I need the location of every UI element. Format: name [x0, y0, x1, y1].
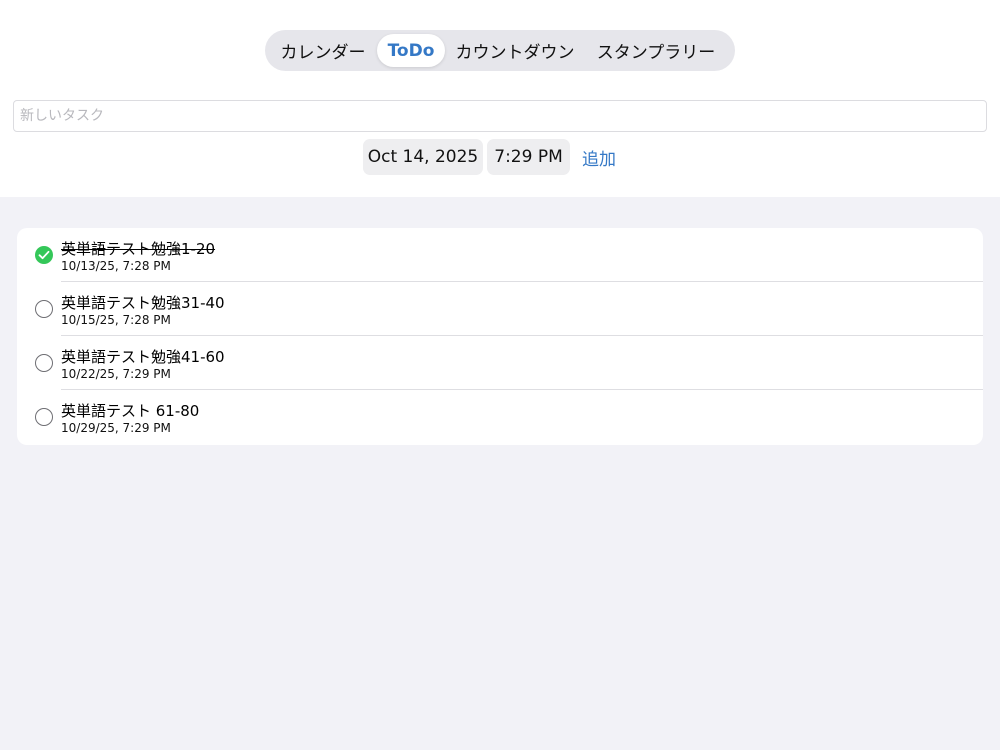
task-due-date: 10/15/25, 7:28 PM — [61, 313, 171, 327]
date-picker[interactable]: Oct 14, 2025 — [363, 139, 483, 175]
tab-todo[interactable]: ToDo — [377, 34, 445, 67]
task-row[interactable]: 英単語テスト 61-80 10/29/25, 7:29 PM — [17, 390, 983, 444]
tab-calendar[interactable]: カレンダー — [269, 34, 377, 67]
new-task-input[interactable] — [13, 100, 987, 132]
time-picker[interactable]: 7:29 PM — [487, 139, 570, 175]
add-button[interactable]: 追加 — [582, 139, 616, 175]
tab-segmented-control: カレンダー ToDo カウントダウン スタンプラリー — [265, 30, 735, 71]
task-due-date: 10/29/25, 7:29 PM — [61, 421, 171, 435]
tab-countdown[interactable]: カウントダウン — [445, 34, 585, 67]
task-title: 英単語テスト 61-80 — [61, 402, 200, 420]
empty-circle-icon[interactable] — [35, 408, 53, 426]
task-row[interactable]: 英単語テスト勉強1-20 10/13/25, 7:28 PM — [17, 228, 983, 282]
task-title: 英単語テスト勉強1-20 — [61, 240, 216, 258]
task-row[interactable]: 英単語テスト勉強31-40 10/15/25, 7:28 PM — [17, 282, 983, 336]
empty-circle-icon[interactable] — [35, 300, 53, 318]
task-due-date: 10/22/25, 7:29 PM — [61, 367, 171, 381]
task-list: 英単語テスト勉強1-20 10/13/25, 7:28 PM 英単語テスト勉強3… — [17, 228, 983, 445]
empty-circle-icon[interactable] — [35, 354, 53, 372]
task-title: 英単語テスト勉強41-60 — [61, 348, 225, 366]
header-panel: カレンダー ToDo カウントダウン スタンプラリー Oct 14, 2025 … — [0, 0, 1000, 197]
checkmark-circle-icon[interactable] — [35, 246, 53, 264]
task-row[interactable]: 英単語テスト勉強41-60 10/22/25, 7:29 PM — [17, 336, 983, 390]
task-due-date: 10/13/25, 7:28 PM — [61, 259, 171, 273]
tab-stamp-rally[interactable]: スタンプラリー — [585, 34, 727, 67]
task-title: 英単語テスト勉強31-40 — [61, 294, 225, 312]
